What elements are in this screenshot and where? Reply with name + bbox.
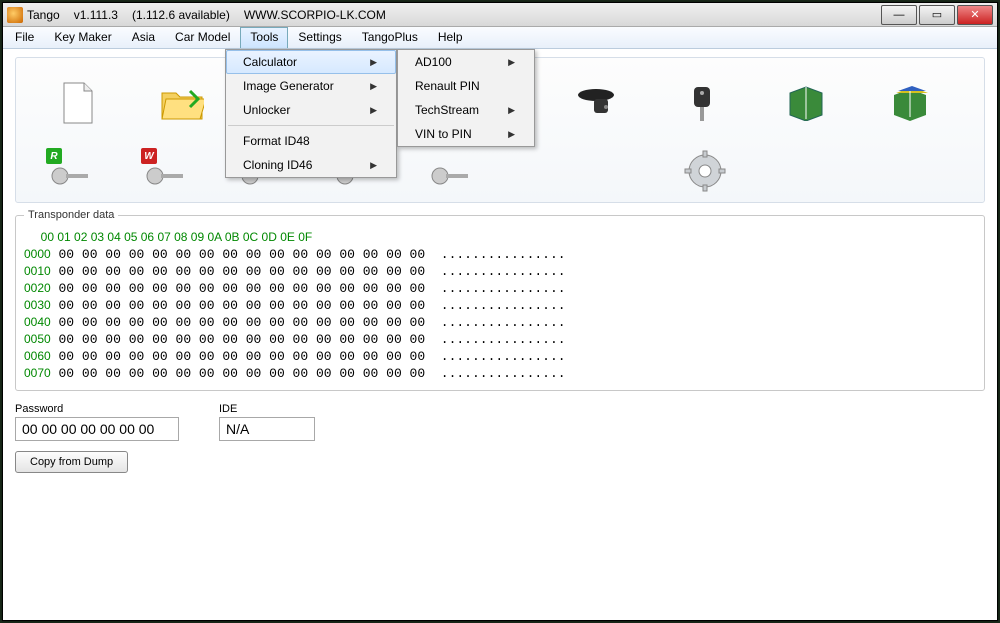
ide-label: IDE [219,403,315,415]
submenu-renault-pin[interactable]: Renault PIN [398,74,534,98]
menu-tools[interactable]: Tools [240,27,288,48]
app-version: v1.111.3 [74,8,118,22]
menu-file[interactable]: File [5,27,44,48]
titlebar: Tango v1.111.3 (1.112.6 available) WWW.S… [3,3,997,27]
app-available: (1.112.6 available) [132,8,230,22]
menu-image-generator[interactable]: Image Generator▶ [226,74,396,98]
grad-key-icon[interactable] [576,81,620,125]
menu-asia[interactable]: Asia [122,27,165,48]
menu-carmodel[interactable]: Car Model [165,27,240,48]
submenu-techstream[interactable]: TechStream▶ [398,98,534,122]
menu-keymaker[interactable]: Key Maker [44,27,121,48]
copy-from-dump-button[interactable]: Copy from Dump [15,451,128,473]
menu-calculator[interactable]: Calculator▶ [226,50,396,74]
menu-unlocker[interactable]: Unlocker▶ [226,98,396,122]
submenu-ad100[interactable]: AD100▶ [398,50,534,74]
hex-view[interactable]: 00 01 02 03 04 05 06 07 08 09 0A 0B 0C 0… [24,229,976,382]
menu-cloning-id46[interactable]: Cloning ID46▶ [226,153,396,177]
book-multi-icon[interactable] [888,81,932,125]
key-r-icon[interactable]: R [46,148,96,188]
password-field[interactable] [15,417,179,441]
submenu-vin-to-pin[interactable]: VIN to PIN▶ [398,122,534,146]
maximize-button[interactable]: ▭ [919,5,955,25]
menu-help[interactable]: Help [428,27,473,48]
minimize-button[interactable]: — [881,5,917,25]
tools-dropdown: Calculator▶ Image Generator▶ Unlocker▶ F… [225,49,397,178]
menu-settings[interactable]: Settings [288,27,351,48]
book-green-icon[interactable] [784,81,828,125]
car-key-icon[interactable] [680,81,724,125]
settings-gear-icon[interactable] [683,149,727,193]
close-button[interactable]: ✕ [957,5,993,25]
password-label: Password [15,403,179,415]
calculator-submenu: AD100▶ Renault PIN TechStream▶ VIN to PI… [397,49,535,147]
menu-format-id48[interactable]: Format ID48 [226,129,396,153]
menubar: File Key Maker Asia Car Model Tools Sett… [3,27,997,49]
new-file-icon[interactable] [56,81,100,125]
key-plain-icon[interactable] [426,148,476,188]
menu-tangoplus[interactable]: TangoPlus [352,27,428,48]
app-name: Tango [27,8,60,22]
open-folder-icon[interactable] [160,81,204,125]
ide-field[interactable] [219,417,315,441]
key-w-icon[interactable]: W [141,148,191,188]
transponder-legend: Transponder data [24,209,118,221]
transponder-fieldset: Transponder data 00 01 02 03 04 05 06 07… [15,209,985,391]
app-icon [7,7,23,23]
app-site: WWW.SCORPIO-LK.COM [244,8,386,22]
